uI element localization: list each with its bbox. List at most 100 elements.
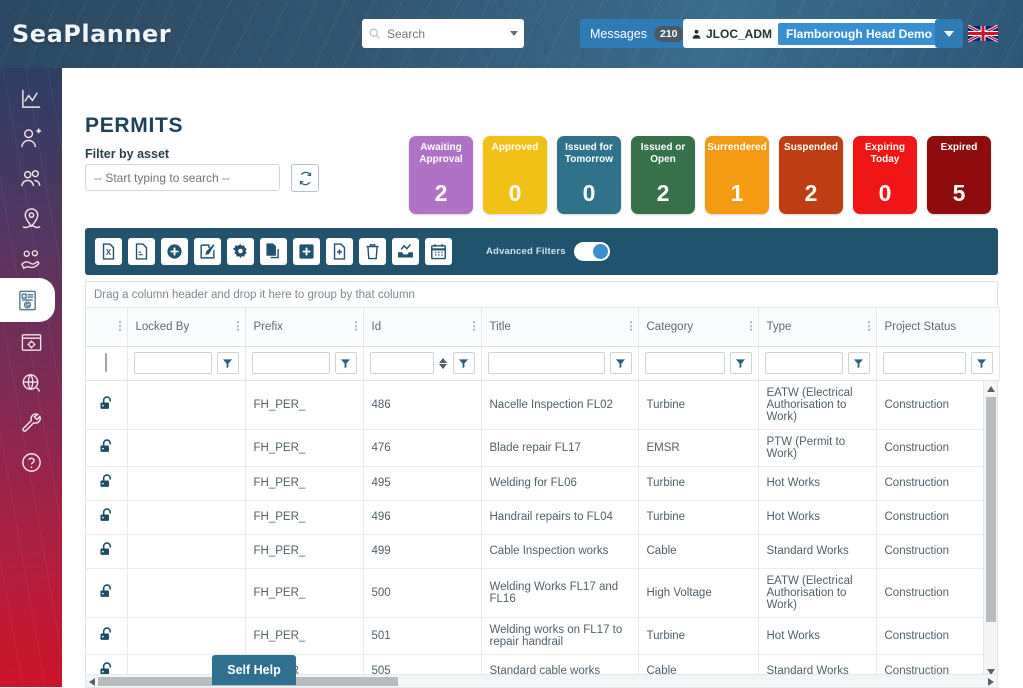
uk-flag-icon[interactable] bbox=[968, 19, 998, 48]
filter-input-type[interactable] bbox=[764, 352, 843, 374]
archive-button[interactable] bbox=[392, 238, 419, 265]
unlocked-padlock-icon[interactable] bbox=[98, 541, 115, 558]
table-row[interactable]: FH_PER_ 500 Welding Works FL17 and FL16 Hig… bbox=[86, 568, 997, 618]
copy-button[interactable] bbox=[260, 238, 287, 265]
status-card-expiring-today[interactable]: Expiring Today 0 bbox=[853, 136, 917, 214]
org-name-chip[interactable]: Flamborough Head Demo bbox=[778, 22, 941, 45]
global-search[interactable] bbox=[362, 19, 524, 48]
cell-lock[interactable] bbox=[86, 429, 128, 467]
cell-lock[interactable] bbox=[86, 568, 128, 618]
sidebar-item-people[interactable] bbox=[0, 158, 62, 198]
filter-input-title[interactable] bbox=[487, 352, 605, 374]
filter-menu-button-locked-by[interactable] bbox=[216, 352, 239, 374]
delete-button[interactable] bbox=[359, 238, 386, 265]
sidebar-item-services[interactable] bbox=[0, 238, 62, 278]
sidebar-item-analytics[interactable] bbox=[0, 78, 62, 118]
filter-menu-button-prefix[interactable] bbox=[334, 352, 357, 374]
calendar-button[interactable] bbox=[425, 238, 452, 265]
column-menu-icon[interactable]: ⋮ bbox=[469, 321, 480, 332]
status-card-issued-for-tomorrow[interactable]: Issued for Tomorrow 0 bbox=[557, 136, 621, 214]
sidebar-item-help[interactable] bbox=[0, 442, 62, 482]
col-header-category[interactable]: Category ⋮ bbox=[638, 308, 759, 347]
filter-menu-button-project-status[interactable] bbox=[970, 352, 993, 374]
filter-menu-button-title[interactable] bbox=[609, 352, 632, 374]
select-all-cell[interactable] bbox=[86, 346, 128, 381]
table-row[interactable]: FH_PER_ 496 Handrail repairs to FL04 Turbin… bbox=[86, 500, 997, 535]
table-row[interactable]: FH_PER_ 486 Nacelle Inspection FL02 Turbine… bbox=[86, 380, 997, 430]
filter-input-id[interactable] bbox=[369, 352, 434, 374]
col-header-title[interactable]: Title ⋮ bbox=[481, 308, 639, 347]
edit-button[interactable] bbox=[194, 238, 221, 265]
col-header-locked-by[interactable]: Locked By ⋮ bbox=[127, 308, 246, 347]
scroll-left-arrow-icon[interactable] bbox=[89, 678, 95, 686]
cell-lock[interactable] bbox=[86, 500, 128, 535]
col-header-project-status[interactable]: Project Status bbox=[876, 308, 1000, 347]
select-all-checkbox[interactable] bbox=[105, 353, 108, 372]
status-card-surrendered[interactable]: Surrendered 1 bbox=[705, 136, 769, 214]
add-button[interactable] bbox=[161, 238, 188, 265]
scroll-right-arrow-icon[interactable] bbox=[988, 678, 994, 686]
add-item-button[interactable] bbox=[293, 238, 320, 265]
export-pdf-button[interactable] bbox=[128, 238, 155, 265]
filter-input-locked-by[interactable] bbox=[133, 352, 212, 374]
add-document-button[interactable] bbox=[326, 238, 353, 265]
status-card-awaiting-approval[interactable]: Awaiting Approval 2 bbox=[409, 136, 473, 214]
status-card-suspended[interactable]: Suspended 2 bbox=[779, 136, 843, 214]
advanced-filters-toggle[interactable] bbox=[573, 242, 610, 261]
status-card-expired[interactable]: Expired 5 bbox=[927, 136, 991, 214]
table-row[interactable]: FH_PER_ 499 Cable Inspection works Cable Sta… bbox=[86, 534, 997, 569]
messages-button[interactable]: Messages 210 bbox=[580, 19, 694, 48]
unlocked-padlock-icon[interactable] bbox=[98, 395, 115, 412]
unlocked-padlock-icon[interactable] bbox=[98, 626, 115, 643]
col-header-lock[interactable]: ⋮ bbox=[86, 308, 128, 347]
refresh-button[interactable] bbox=[291, 164, 319, 192]
col-header-type[interactable]: Type ⋮ bbox=[758, 308, 877, 347]
col-header-id[interactable]: Id ⋮ bbox=[363, 308, 482, 347]
sidebar-item-locations[interactable] bbox=[0, 198, 62, 238]
advanced-filters-control[interactable]: Advanced Filters bbox=[486, 242, 610, 261]
table-row[interactable]: FH_PER_ 476 Blade repair FL17 EMSR PTW (Perm… bbox=[86, 429, 997, 467]
filter-menu-button-type[interactable] bbox=[847, 352, 870, 374]
group-by-dropzone[interactable]: Drag a column header and drop it here to… bbox=[86, 282, 997, 308]
unlocked-padlock-icon[interactable] bbox=[98, 507, 115, 524]
status-card-issued-or-open[interactable]: Issued or Open 2 bbox=[631, 136, 695, 214]
export-excel-button[interactable]: X bbox=[95, 238, 122, 265]
sidebar-item-global[interactable] bbox=[0, 362, 62, 402]
status-card-approved[interactable]: Approved 0 bbox=[483, 136, 547, 214]
column-menu-icon[interactable]: ⋮ bbox=[115, 321, 126, 332]
cell-lock[interactable] bbox=[86, 617, 128, 655]
filter-input-prefix[interactable] bbox=[251, 352, 330, 374]
settings-button[interactable] bbox=[227, 238, 254, 265]
search-dropdown-caret-icon[interactable] bbox=[510, 31, 518, 36]
scroll-up-arrow-icon[interactable] bbox=[987, 385, 995, 392]
col-header-prefix[interactable]: Prefix ⋮ bbox=[245, 308, 364, 347]
column-menu-icon[interactable]: ⋮ bbox=[746, 321, 757, 332]
user-menu-dropdown-button[interactable] bbox=[935, 19, 963, 48]
self-help-button[interactable]: Self Help bbox=[212, 655, 296, 685]
filter-input-project-status[interactable] bbox=[882, 352, 966, 374]
table-row[interactable]: FH_PER_ 495 Welding for FL06 Turbine Hot Wor… bbox=[86, 466, 997, 501]
sidebar-item-tools[interactable] bbox=[0, 402, 62, 442]
grid-vertical-scrollbar[interactable] bbox=[983, 380, 997, 680]
scroll-thumb[interactable] bbox=[986, 396, 996, 622]
sidebar-item-add-person[interactable] bbox=[0, 118, 62, 158]
column-menu-icon[interactable]: ⋮ bbox=[351, 321, 362, 332]
column-menu-icon[interactable]: ⋮ bbox=[233, 321, 244, 332]
sidebar-item-permits[interactable] bbox=[0, 278, 55, 322]
filter-menu-button-category[interactable] bbox=[729, 352, 752, 374]
column-menu-icon[interactable]: ⋮ bbox=[864, 321, 875, 332]
cell-lock[interactable] bbox=[86, 534, 128, 569]
asset-filter-input[interactable] bbox=[85, 164, 280, 191]
filter-input-category[interactable] bbox=[644, 352, 725, 374]
sidebar-item-dashboard[interactable] bbox=[0, 322, 62, 362]
column-menu-icon[interactable]: ⋮ bbox=[626, 321, 637, 332]
unlocked-padlock-icon[interactable] bbox=[98, 438, 115, 455]
search-input[interactable] bbox=[381, 26, 506, 41]
unlocked-padlock-icon[interactable] bbox=[98, 473, 115, 490]
user-org-box[interactable]: JLOC_ADM Flamborough Head Demo bbox=[683, 19, 943, 48]
unlocked-padlock-icon[interactable] bbox=[98, 583, 115, 600]
id-spinner[interactable] bbox=[438, 357, 447, 369]
cell-lock[interactable] bbox=[86, 466, 128, 501]
cell-lock[interactable] bbox=[86, 380, 128, 430]
filter-menu-button-id[interactable] bbox=[452, 352, 475, 374]
